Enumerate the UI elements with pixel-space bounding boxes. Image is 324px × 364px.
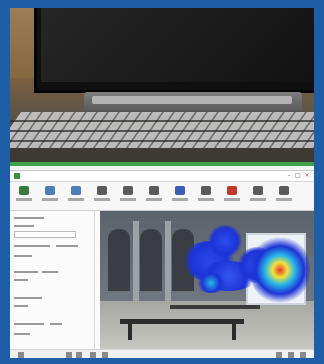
zoom-icon[interactable]	[300, 352, 306, 358]
heatmap-blob	[196, 273, 226, 293]
toolbar-button[interactable]	[16, 185, 32, 207]
record-icon	[71, 186, 81, 195]
toolbar-button-label	[276, 198, 292, 201]
toolbar-button-label	[94, 198, 110, 201]
toolbar-button[interactable]	[42, 185, 58, 207]
panel-label	[14, 297, 42, 299]
toolbar-button[interactable]	[250, 185, 266, 207]
toolbar-button-label	[120, 198, 136, 201]
panel-label	[14, 255, 32, 257]
heatmap-hotspot	[250, 235, 310, 305]
panel-label	[50, 323, 62, 325]
toolbar-button[interactable]	[94, 185, 110, 207]
bench	[170, 305, 260, 309]
minimize-button[interactable]: –	[286, 172, 292, 179]
status-icon	[76, 352, 82, 358]
panel-label	[14, 245, 50, 247]
status-icon	[102, 352, 108, 358]
properties-panel	[10, 211, 95, 349]
status-icon	[18, 352, 24, 358]
panel-heading	[14, 217, 44, 219]
toolbar-ribbon	[10, 182, 314, 211]
panel-label	[14, 305, 28, 307]
archway	[140, 229, 162, 291]
pillar	[165, 221, 171, 301]
image-frame: – □ ×	[0, 0, 324, 364]
toolbar-button-label	[42, 198, 58, 201]
toolbar-button[interactable]	[120, 185, 136, 207]
maximize-button[interactable]: □	[295, 172, 301, 179]
toolbar-button[interactable]	[68, 185, 84, 207]
app-icon	[14, 173, 20, 179]
image-icon	[123, 186, 133, 195]
heatmap-scene[interactable]	[100, 211, 314, 349]
panel-label	[14, 279, 28, 281]
monitor-photo	[10, 8, 314, 166]
composite-image: – □ ×	[10, 8, 314, 358]
heatmap-blob	[208, 225, 242, 257]
zoom-icon[interactable]	[288, 352, 294, 358]
chart-icon	[149, 186, 159, 195]
panel-label	[14, 225, 34, 227]
panel-label	[56, 245, 78, 247]
toolbar-button-label	[146, 198, 162, 201]
bench-leg	[128, 324, 132, 340]
monitor-screen	[41, 8, 314, 82]
status-bar	[10, 349, 314, 358]
pillar	[133, 221, 139, 301]
toolbar-button[interactable]	[276, 185, 292, 207]
panel-label	[14, 323, 44, 325]
analysis-app-window: – □ ×	[10, 170, 314, 358]
toolbar-button-label	[16, 198, 32, 201]
bench	[120, 319, 244, 324]
close-button[interactable]: ×	[304, 172, 310, 179]
divider-line	[10, 162, 314, 166]
monitor	[34, 8, 314, 93]
toolbar-button-label	[198, 198, 214, 201]
zoom-icon[interactable]	[276, 352, 282, 358]
video-icon	[97, 186, 107, 195]
toolbar-button-label	[250, 198, 266, 201]
eye-tracker-lens	[92, 96, 292, 104]
record-icon	[19, 186, 29, 195]
toolbar-button[interactable]	[172, 185, 188, 207]
panel-label	[14, 333, 30, 335]
status-icon	[66, 352, 72, 358]
toolbar-button-label	[224, 198, 240, 201]
panel-label	[14, 271, 38, 273]
panel-field[interactable]	[14, 231, 76, 238]
title-bar: – □ ×	[10, 171, 314, 182]
toolbar-button[interactable]	[224, 185, 240, 207]
marker-icon	[227, 186, 237, 195]
status-icon	[90, 352, 96, 358]
export-icon	[253, 186, 263, 195]
toolbar-button-label	[68, 198, 84, 201]
toolbar-button[interactable]	[198, 185, 214, 207]
toolbar-button[interactable]	[146, 185, 162, 207]
settings-icon	[279, 186, 289, 195]
gaze-icon	[201, 186, 211, 195]
heatmap-icon	[175, 186, 185, 195]
bench-leg	[232, 324, 236, 340]
toolbar-button-label	[172, 198, 188, 201]
panel-label	[42, 271, 58, 273]
archway	[108, 229, 130, 291]
record-icon	[45, 186, 55, 195]
